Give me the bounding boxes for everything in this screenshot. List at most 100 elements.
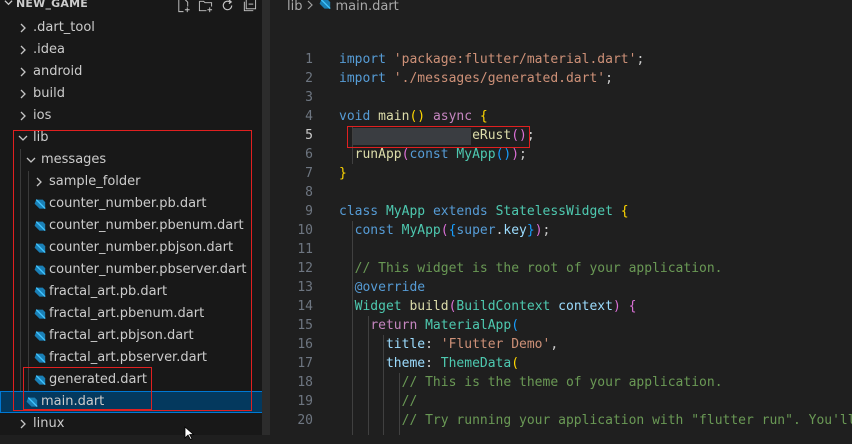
tree-folder[interactable]: .idea bbox=[0, 39, 270, 61]
new-folder-icon[interactable] bbox=[197, 0, 213, 13]
code-line[interactable]: 7} bbox=[270, 164, 852, 183]
code-text: class MyApp extends StatelessWidget { bbox=[339, 202, 629, 221]
code-token: ) bbox=[511, 147, 520, 162]
refresh-icon[interactable] bbox=[219, 0, 235, 13]
code-token: () bbox=[409, 109, 426, 124]
line-number: 11 bbox=[297, 242, 313, 257]
chevron-down-icon bbox=[4, 0, 13, 10]
explorer-actions bbox=[175, 0, 257, 13]
code-token: runApp bbox=[354, 147, 402, 162]
code-text: import './messages/generated.dart'; bbox=[339, 69, 613, 88]
code-token: 'package:flutter/material.dart' bbox=[393, 52, 637, 67]
code-token: // This widget is the root of your appli… bbox=[354, 261, 723, 276]
chevron-right-icon bbox=[306, 0, 314, 13]
code-token: { bbox=[628, 299, 637, 314]
line-number: 1 bbox=[305, 52, 313, 67]
code-token: MyApp bbox=[385, 204, 426, 219]
breadcrumb-file[interactable]: main.dart bbox=[335, 0, 398, 14]
line-number: 4 bbox=[305, 109, 313, 124]
code-token: // bbox=[401, 394, 418, 409]
code-line[interactable]: 2 import './messages/generated.dart'; bbox=[270, 69, 852, 88]
chevron-right-icon bbox=[18, 39, 28, 61]
code-token: theme bbox=[385, 356, 426, 371]
tree-folder[interactable]: android bbox=[0, 61, 270, 83]
code-token: extends bbox=[432, 204, 488, 219]
code-line[interactable]: 13 @override bbox=[270, 278, 852, 297]
code-token: { bbox=[620, 204, 629, 219]
chevron-right-icon bbox=[18, 105, 28, 127]
collapse-all-icon[interactable] bbox=[241, 0, 257, 13]
code-line[interactable]: 3 bbox=[270, 88, 852, 107]
code-line[interactable]: 8 bbox=[270, 183, 852, 202]
annotation-box-await bbox=[347, 126, 530, 148]
code-token: ; bbox=[636, 52, 645, 67]
code-token: const bbox=[409, 147, 449, 162]
code-line[interactable]: 14 Widget build(BuildContext context) { bbox=[270, 297, 852, 316]
code-line[interactable]: 15 return MaterialApp( bbox=[270, 316, 852, 335]
code-line[interactable]: 4 void main() async { bbox=[270, 107, 852, 126]
line-number: 9 bbox=[305, 204, 313, 219]
code-line[interactable]: 16 title: 'Flutter Demo', bbox=[270, 335, 852, 354]
code-line[interactable]: 11 bbox=[270, 240, 852, 259]
line-number: 18 bbox=[297, 375, 313, 390]
code-token: ( bbox=[511, 356, 520, 371]
breadcrumb-folder[interactable]: lib bbox=[287, 0, 302, 14]
explorer-title[interactable]: NEW_GAME bbox=[4, 0, 88, 10]
code-token: ; bbox=[605, 71, 613, 86]
line-number: 3 bbox=[305, 90, 313, 105]
annotation-box-generated bbox=[23, 367, 152, 410]
code-token: const bbox=[354, 223, 394, 238]
code-token: // Try running your application with "fl… bbox=[401, 413, 852, 428]
code-line[interactable]: 20 // Try running your application with … bbox=[270, 411, 852, 430]
code-token: BuildContext bbox=[456, 299, 551, 314]
code-text: // Try running your application with "fl… bbox=[339, 411, 852, 430]
code-text: // This is the theme of your application… bbox=[339, 373, 723, 392]
explorer-scrollbar-thumb[interactable] bbox=[262, 0, 270, 435]
code-token: build bbox=[409, 299, 449, 314]
tree-item-label: android bbox=[33, 64, 83, 79]
explorer-title-label: NEW_GAME bbox=[16, 0, 88, 10]
code-token: context bbox=[558, 299, 613, 314]
tree-item-label: .idea bbox=[33, 42, 65, 57]
tree-folder[interactable]: ios bbox=[0, 105, 270, 127]
tree-folder[interactable]: build bbox=[0, 83, 270, 105]
code-token: ThemeData bbox=[440, 356, 512, 371]
code-token: ) bbox=[534, 223, 543, 238]
code-token: super bbox=[456, 223, 496, 238]
code-token: 'Flutter Demo' bbox=[440, 337, 551, 352]
code-line[interactable]: 9 class MyApp extends StatelessWidget { bbox=[270, 202, 852, 221]
code-text: } bbox=[339, 164, 347, 183]
code-token: async bbox=[432, 109, 473, 124]
tree-item-label: build bbox=[33, 86, 65, 101]
code-line[interactable]: 17 theme: ThemeData( bbox=[270, 354, 852, 373]
code-editor[interactable]: lib main.dart 1 import 'package:flutter/m… bbox=[270, 0, 852, 435]
chevron-right-icon bbox=[18, 83, 28, 105]
code-text: import 'package:flutter/material.dart'; bbox=[339, 50, 644, 69]
code-text: title: 'Flutter Demo', bbox=[339, 335, 558, 354]
code-text: Widget build(BuildContext context) { bbox=[339, 297, 637, 316]
new-file-icon[interactable] bbox=[175, 0, 191, 13]
tree-item-label: ios bbox=[33, 108, 52, 123]
code-token: ) bbox=[612, 299, 621, 314]
code-line[interactable]: 12 // This widget is the root of your ap… bbox=[270, 259, 852, 278]
line-number: 12 bbox=[297, 261, 313, 276]
code-line[interactable]: 18 // This is the theme of your applicat… bbox=[270, 373, 852, 392]
tree-folder[interactable]: linux bbox=[0, 413, 270, 435]
tree-folder[interactable]: .dart_tool bbox=[0, 17, 270, 39]
code-token: } bbox=[526, 223, 535, 238]
code-line[interactable]: 10 const MyApp({super.key}); bbox=[270, 221, 852, 240]
code-line[interactable]: 1 import 'package:flutter/material.dart'; bbox=[270, 50, 852, 69]
line-number: 13 bbox=[297, 280, 313, 295]
code-line[interactable]: 19 // bbox=[270, 392, 852, 411]
